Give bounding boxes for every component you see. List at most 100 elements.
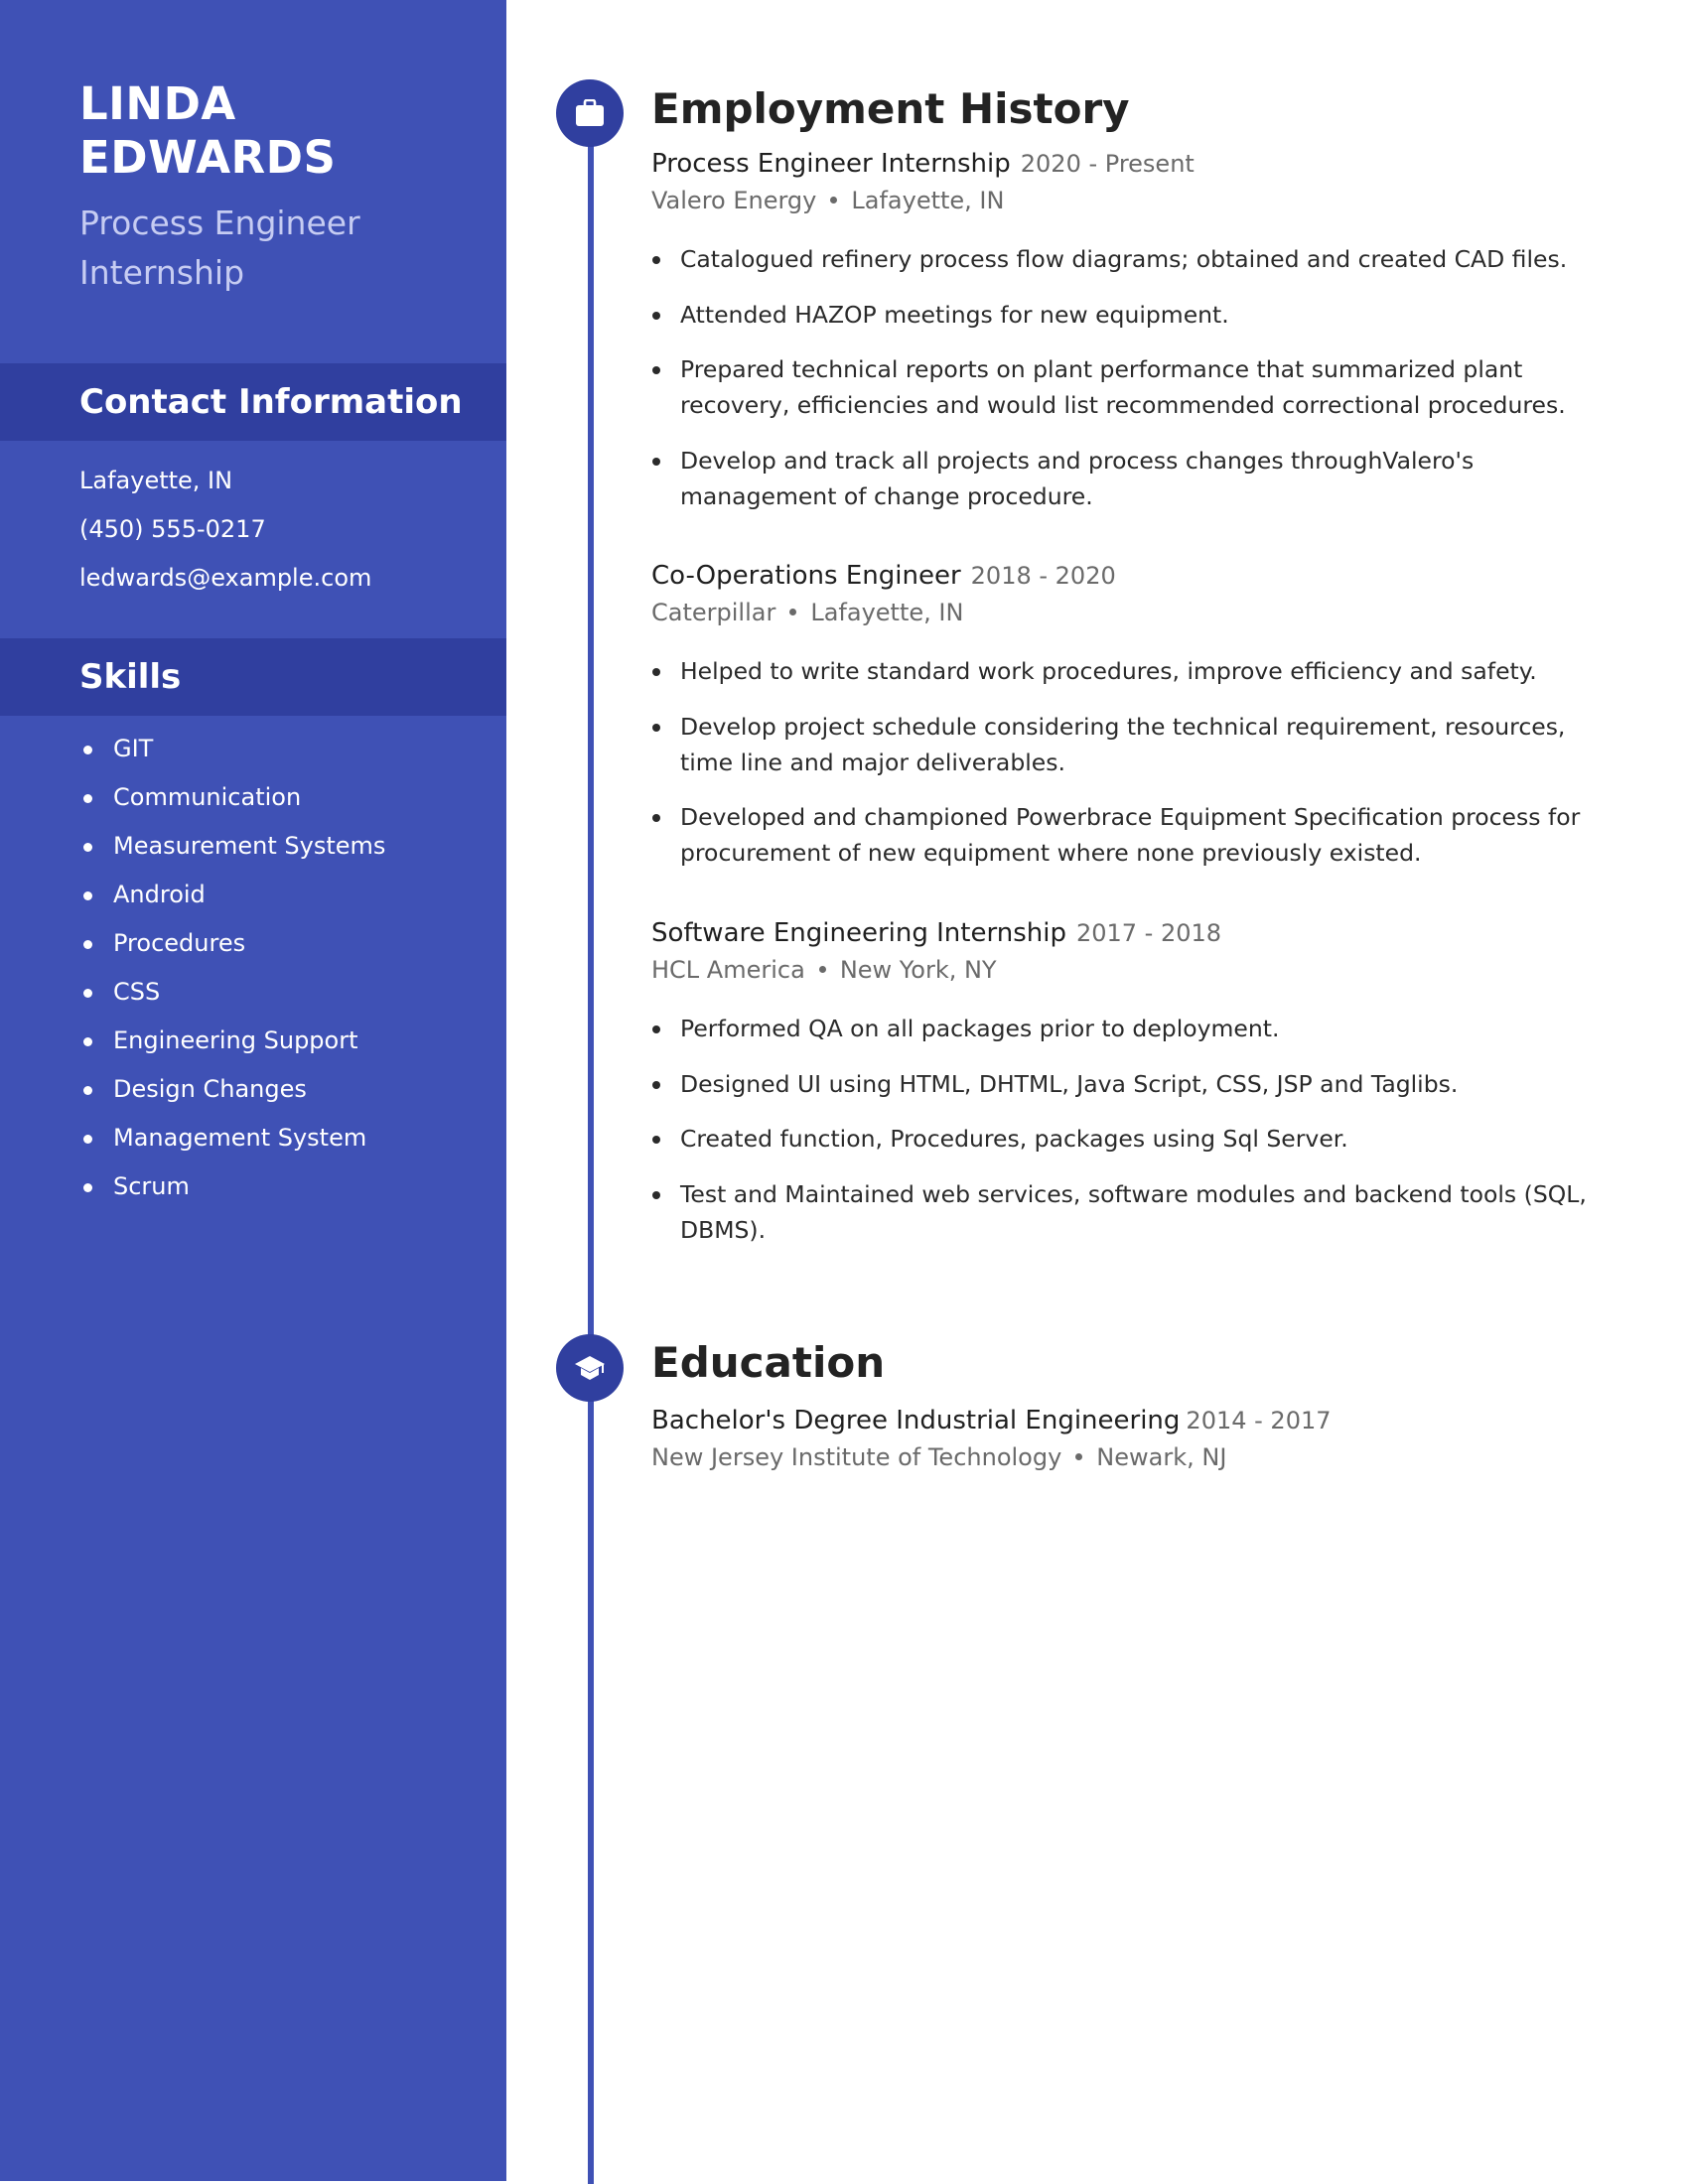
graduation-cap-icon	[575, 1356, 605, 1380]
company-name: HCL America	[651, 956, 805, 984]
last-name: EDWARDS	[79, 131, 337, 184]
bullet-icon	[652, 668, 660, 676]
job-bullet: Created function, Procedures, packages u…	[651, 1121, 1605, 1157]
bullet-text: Develop project schedule considering the…	[680, 712, 1566, 776]
headline-line-1: Process Engineer	[79, 204, 360, 242]
briefcase-icon	[576, 99, 604, 126]
skill-label: Android	[113, 881, 206, 908]
bullet-text: Performed QA on all packages prior to de…	[680, 1015, 1280, 1042]
contact-email[interactable]: ledwards@example.com	[79, 554, 371, 603]
education-section-title: Education	[651, 1338, 886, 1387]
job-location: Lafayette, IN	[851, 187, 1005, 214]
bullet-icon	[652, 457, 660, 466]
job-meta: HCL America New York, NY	[651, 951, 1605, 989]
skill-label: Management System	[113, 1124, 367, 1152]
job-entry: Process Engineer Internship 2020 - Presen…	[651, 146, 1605, 533]
bullet-icon	[652, 256, 660, 264]
bullet-text: Attended HAZOP meetings for new equipmen…	[680, 300, 1229, 329]
bullet-icon	[83, 1086, 92, 1095]
bullet-text: Test and Maintained web services, softwa…	[680, 1179, 1587, 1244]
skill-label: CSS	[113, 978, 161, 1006]
contact-phone[interactable]: (450) 555-0217	[79, 505, 371, 554]
skill-item: Procedures	[79, 919, 385, 968]
job-title: Software Engineering Internship	[651, 918, 1066, 948]
contact-list: Lafayette, IN (450) 555-0217 ledwards@ex…	[79, 457, 371, 603]
skill-label: Procedures	[113, 929, 246, 957]
bullet-icon	[652, 1190, 660, 1199]
bullet-icon	[652, 814, 660, 822]
job-dates: 2017 - 2018	[1075, 919, 1222, 947]
skill-item: Communication	[79, 773, 385, 822]
skills-section-header: Skills	[0, 638, 506, 716]
education-meta: New Jersey Institute of Technology Newark…	[651, 1438, 1605, 1476]
bullet-text: Catalogued refinery process flow diagram…	[680, 245, 1568, 273]
bullet-icon	[83, 1135, 92, 1144]
bullet-text: Created function, Procedures, packages u…	[680, 1125, 1348, 1153]
job-bullets: Performed QA on all packages prior to de…	[651, 1011, 1605, 1248]
employment-section-marker	[556, 79, 624, 147]
skill-item: Design Changes	[79, 1065, 385, 1114]
job-location: Lafayette, IN	[810, 599, 964, 626]
candidate-name: LINDA EDWARDS	[79, 77, 477, 185]
skill-item: Android	[79, 871, 385, 919]
job-entry: Co-Operations Engineer 2018 - 2020 Caterp…	[651, 558, 1605, 890]
degree-title: Bachelor's Degree Industrial Engineering	[651, 1406, 1181, 1435]
bullet-icon	[83, 1183, 92, 1192]
bullet-icon	[652, 311, 660, 320]
company-name: Caterpillar	[651, 599, 776, 626]
contact-location: Lafayette, IN	[79, 467, 233, 494]
job-location: New York, NY	[839, 956, 997, 984]
skill-label: Scrum	[113, 1172, 190, 1200]
skill-item: CSS	[79, 968, 385, 1017]
bullet-icon	[83, 1037, 92, 1046]
skill-item: Measurement Systems	[79, 822, 385, 871]
skills-section-title: Skills	[79, 657, 182, 697]
separator-dot-icon	[1075, 1452, 1083, 1460]
bullet-text: Designed UI using HTML, DHTML, Java Scri…	[680, 1069, 1459, 1098]
job-bullet: Developed and championed Powerbrace Equi…	[651, 799, 1605, 871]
bullet-text: Helped to write standard work procedures…	[680, 657, 1537, 685]
candidate-headline: Process Engineer Internship	[79, 199, 477, 298]
job-bullets: Catalogued refinery process flow diagram…	[651, 241, 1605, 514]
education-header: Bachelor's Degree Industrial Engineering…	[651, 1403, 1605, 1438]
job-bullet: Performed QA on all packages prior to de…	[651, 1011, 1605, 1046]
bullet-icon	[652, 366, 660, 374]
skill-item: Scrum	[79, 1162, 385, 1211]
job-meta: Caterpillar Lafayette, IN	[651, 594, 1605, 631]
education-entry: Bachelor's Degree Industrial Engineering…	[651, 1403, 1605, 1476]
job-bullet: Develop project schedule considering the…	[651, 709, 1605, 780]
job-bullet: Develop and track all projects and proce…	[651, 443, 1605, 514]
job-bullets: Helped to write standard work procedures…	[651, 653, 1605, 871]
company-name: Valero Energy	[651, 187, 817, 214]
skill-label: GIT	[113, 735, 154, 762]
contact-section-title: Contact Information	[79, 382, 463, 422]
bullet-icon	[83, 843, 92, 852]
separator-dot-icon	[830, 196, 838, 204]
skill-label: Measurement Systems	[113, 832, 386, 860]
job-bullet: Designed UI using HTML, DHTML, Java Scri…	[651, 1066, 1605, 1102]
bullet-icon	[652, 1080, 660, 1089]
skill-item: GIT	[79, 725, 385, 773]
job-title: Co-Operations Engineer	[651, 561, 961, 591]
bullet-icon	[652, 1025, 660, 1033]
school-name: New Jersey Institute of Technology	[651, 1443, 1062, 1471]
separator-dot-icon	[789, 608, 797, 615]
skill-item: Management System	[79, 1114, 385, 1162]
school-location: Newark, NJ	[1096, 1443, 1227, 1471]
separator-dot-icon	[818, 965, 826, 973]
timeline-line	[588, 119, 594, 2184]
bullet-icon	[652, 723, 660, 732]
contact-section-header: Contact Information	[0, 363, 506, 441]
job-header: Process Engineer Internship 2020 - Presen…	[651, 146, 1605, 182]
education-dates: 2014 - 2017	[1186, 1407, 1332, 1434]
skills-list: GIT Communication Measurement Systems An…	[79, 725, 385, 1211]
job-header: Software Engineering Internship 2017 - 20…	[651, 915, 1605, 951]
sidebar: LINDA EDWARDS Process Engineer Internshi…	[0, 0, 506, 2181]
job-bullet: Attended HAZOP meetings for new equipmen…	[651, 297, 1605, 333]
skill-label: Communication	[113, 783, 302, 811]
skill-label: Design Changes	[113, 1075, 307, 1103]
skill-label: Engineering Support	[113, 1026, 358, 1054]
bullet-text: Prepared technical reports on plant perf…	[680, 355, 1566, 419]
job-dates: 2018 - 2020	[970, 562, 1116, 590]
headline-line-2: Internship	[79, 253, 245, 292]
